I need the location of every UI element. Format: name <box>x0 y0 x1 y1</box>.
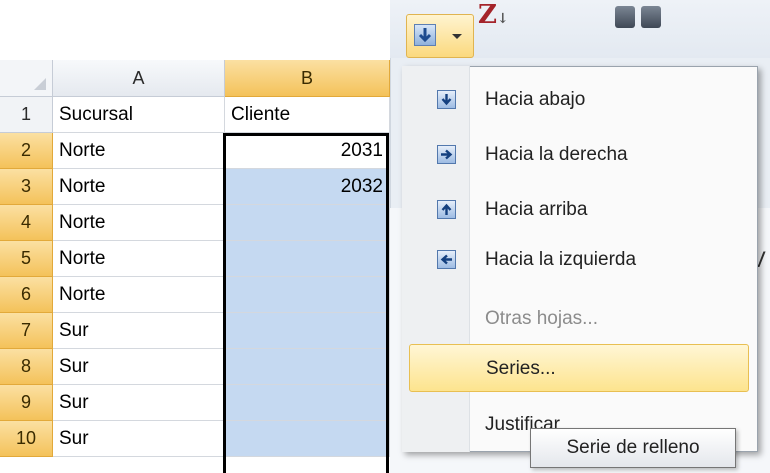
cell-a8[interactable]: Sur <box>53 349 225 385</box>
menu-item-fill-right[interactable]: Hacia la derecha <box>403 131 757 179</box>
row-header-10[interactable]: 10 <box>0 421 53 457</box>
row-header-3[interactable]: 3 <box>0 169 53 205</box>
cell-a3[interactable]: Norte <box>53 169 225 205</box>
cell-a5[interactable]: Norte <box>53 241 225 277</box>
menu-item-fill-left[interactable]: Hacia la izquierda <box>403 236 757 284</box>
menu-item-label: Otras hojas... <box>485 308 598 329</box>
row-header-4[interactable]: 4 <box>0 205 53 241</box>
row-header-7[interactable]: 7 <box>0 313 53 349</box>
tooltip: Serie de relleno <box>530 428 736 468</box>
cell-a9[interactable]: Sur <box>53 385 225 421</box>
column-header-a[interactable]: A <box>53 60 225 97</box>
fill-left-icon <box>437 250 456 269</box>
row-header-9[interactable]: 9 <box>0 385 53 421</box>
menu-item-other-sheets: Otras hojas... <box>403 295 757 343</box>
fill-right-icon <box>437 145 456 164</box>
menu-item-label: Hacia la izquierda <box>485 249 637 270</box>
cell-a6[interactable]: Norte <box>53 277 225 313</box>
fill-icon <box>414 24 436 46</box>
row-header-8[interactable]: 8 <box>0 349 53 385</box>
row-header-2[interactable]: 2 <box>0 133 53 169</box>
cell-a1[interactable]: Sucursal <box>53 97 225 133</box>
cell-a10[interactable]: Sur <box>53 421 225 457</box>
fill-down-icon <box>437 90 456 109</box>
binoculars-icon[interactable] <box>615 6 665 28</box>
menu-item-fill-down[interactable]: Hacia abajo <box>403 76 757 124</box>
fill-up-icon <box>437 200 456 219</box>
menu-item-label: Series... <box>486 358 556 379</box>
menu-item-label: Hacia abajo <box>485 89 586 110</box>
cell-b1[interactable]: Cliente <box>225 97 390 133</box>
selection-range-border <box>223 133 389 473</box>
menu-item-label: Hacia arriba <box>485 199 588 220</box>
row-header-5[interactable]: 5 <box>0 241 53 277</box>
menu-item-fill-up[interactable]: Hacia arriba <box>403 186 757 234</box>
chevron-down-icon[interactable] <box>452 34 462 39</box>
cell-a2[interactable]: Norte <box>53 133 225 169</box>
menu-item-series[interactable]: Series... <box>409 344 749 392</box>
spreadsheet-grid: A B 1 Sucursal Cliente 2 Norte 2031 3 No… <box>0 60 390 473</box>
cell-a4[interactable]: Norte <box>53 205 225 241</box>
sort-az-icon[interactable]: Z↓ <box>478 2 520 28</box>
column-header-b[interactable]: B <box>225 60 390 97</box>
menu-item-label: Hacia la derecha <box>485 144 628 165</box>
row-header-1[interactable]: 1 <box>0 97 53 133</box>
cell-a7[interactable]: Sur <box>53 313 225 349</box>
select-all-corner[interactable] <box>0 60 53 97</box>
row-header-6[interactable]: 6 <box>0 277 53 313</box>
